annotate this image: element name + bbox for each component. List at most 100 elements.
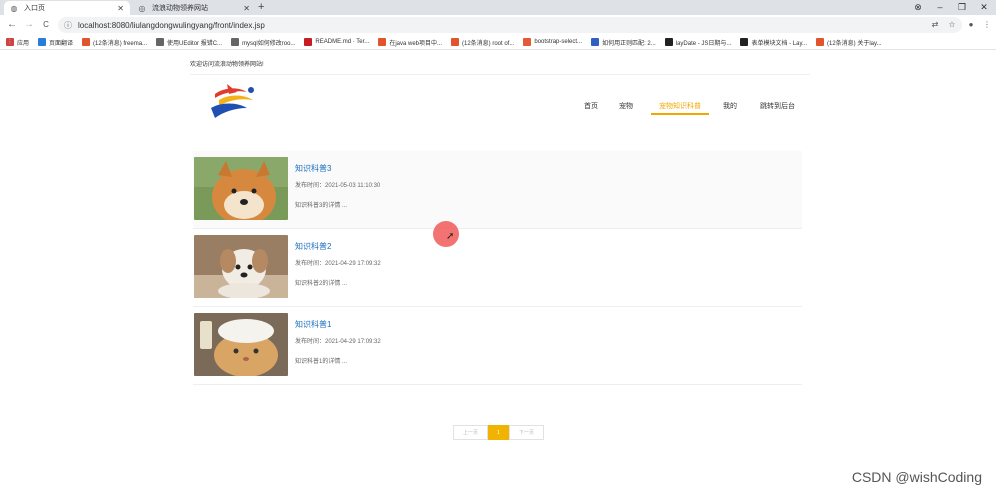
close-tab-icon[interactable]: ✕ xyxy=(117,4,124,13)
bookmark-item[interactable]: 如何用正则匹配: 2... xyxy=(591,38,656,47)
nav-home[interactable]: 首页 xyxy=(584,101,598,115)
bookmark-item[interactable]: (12条消息) freema... xyxy=(82,38,147,47)
article-list: 知识科普3 发布时间：2021-05-03 11:10:30 知识科普3的详情 … xyxy=(193,151,802,385)
restore-button[interactable]: ❐ xyxy=(952,0,972,15)
bookmark-item[interactable]: layDate - JS日期与... xyxy=(664,38,732,47)
minimize-button[interactable]: – xyxy=(930,0,950,15)
bookmarks-bar: ⋮ 应用 页面翻译 (12条消息) freema... 使用UEditor 报错C...… xyxy=(0,35,996,50)
next-page-button[interactable]: 下一页 xyxy=(509,425,544,440)
bookmark-label: 如何用正则匹配: 2... xyxy=(602,40,656,47)
bookmark-star-icon[interactable]: ☆ xyxy=(945,17,959,33)
nav-mine[interactable]: 我的 xyxy=(723,101,737,115)
address-bar[interactable]: ⓘ localhost:8080/liulangdongwulingyang/f… xyxy=(58,17,962,33)
bookmark-label: 应用 xyxy=(17,40,30,47)
nav-pets[interactable]: 宠物 xyxy=(619,101,633,115)
translate-icon[interactable]: ⇄ xyxy=(928,17,942,33)
tab-title: 入口页 xyxy=(24,5,45,12)
article-summary: 知识科普2的详情 ... xyxy=(295,281,348,287)
tab-title: 流浪动物领养网站 xyxy=(152,5,208,12)
article-title[interactable]: 知识科普2 xyxy=(295,241,331,252)
close-tab-icon[interactable]: ✕ xyxy=(243,4,250,13)
tab-adoption-site[interactable]: ◎ 流浪动物领养网站 ✕ xyxy=(132,1,256,15)
article-thumbnail[interactable] xyxy=(194,157,288,220)
globe-icon: ◎ xyxy=(138,3,146,13)
list-item[interactable]: 知识科普1 发布时间：2021-04-29 17:09:32 知识科普1的详情 … xyxy=(193,307,802,385)
list-item[interactable]: 知识科普2 发布时间：2021-04-29 17:09:32 知识科普2的详情 … xyxy=(193,229,802,307)
bookmark-label: layDate - JS日期与... xyxy=(675,40,732,47)
bookmark-item[interactable]: ⋮ 应用 xyxy=(6,38,29,47)
csdn-watermark: CSDN @wishCoding xyxy=(851,469,982,485)
bookmark-item[interactable]: 表单模块文档 - Lay... xyxy=(740,38,807,47)
csdn-icon xyxy=(451,38,459,46)
page-1-button[interactable]: 1 xyxy=(488,425,509,440)
article-thumbnail[interactable] xyxy=(194,235,288,298)
translate-icon xyxy=(38,38,47,46)
nav-label: 宠物 xyxy=(619,103,633,110)
nav-label: 首页 xyxy=(584,103,598,110)
bookmark-item[interactable]: bootstrap-select... xyxy=(523,38,582,46)
csdn-icon xyxy=(378,38,387,46)
zhidao-icon xyxy=(591,38,600,46)
new-tab-button[interactable]: + xyxy=(258,0,264,15)
nav-pet-knowledge[interactable]: 宠物知识科普 xyxy=(651,101,709,115)
article-summary: 知识科普3的详情 ... xyxy=(295,203,348,209)
orange-page-icon xyxy=(523,38,532,46)
bookmark-label: (12条消息) root of... xyxy=(462,40,515,47)
article-title[interactable]: 知识科普3 xyxy=(295,163,331,174)
article-date: 发布时间：2021-04-29 17:09:32 xyxy=(295,339,381,345)
mouse-cursor-icon: ➚ xyxy=(446,231,455,242)
bookmark-item[interactable]: README.md · Ter... xyxy=(304,38,369,46)
pagination: 上一页 1 下一页 xyxy=(453,425,544,440)
close-window-button[interactable]: ✕ xyxy=(974,0,994,15)
bookmark-label: 在java web项目中... xyxy=(389,40,442,47)
reload-button[interactable]: C xyxy=(39,18,53,32)
bookmark-label: README.md · Ter... xyxy=(315,39,370,45)
bookmark-label: (12条消息) freema... xyxy=(93,40,148,47)
bookmark-item[interactable]: (12条消息) root of... xyxy=(451,38,514,47)
welcome-text: 欢迎访问流浪动物领养网站! xyxy=(190,62,264,68)
back-button[interactable]: ← xyxy=(5,18,19,32)
csdn-icon xyxy=(816,38,824,46)
nav-label: 跳转到后台 xyxy=(760,103,795,110)
nav-label: 我的 xyxy=(723,103,737,110)
bookmark-item[interactable]: mysql如何修改roo... xyxy=(231,38,295,47)
lock-bookmark-icon xyxy=(156,38,165,46)
tab-home[interactable]: ◍ 入口页 ✕ xyxy=(4,1,130,15)
bookmark-label: bootstrap-select... xyxy=(534,39,583,45)
account-icon[interactable]: ● xyxy=(964,17,978,33)
bookmark-label: 表单模块文档 - Lay... xyxy=(751,40,807,47)
lock-bookmark-icon xyxy=(231,38,240,46)
bookmark-label: (12条消息) 关于lay... xyxy=(827,40,882,47)
menu-icon[interactable]: ⋮ xyxy=(980,17,994,33)
article-date: 发布时间：2021-05-03 11:10:30 xyxy=(295,183,381,189)
globe-icon: ◍ xyxy=(10,3,18,13)
layui-icon xyxy=(740,38,749,46)
browser-toolbar: ← → C ⓘ localhost:8080/liulangdongwuling… xyxy=(0,15,996,35)
site-logo xyxy=(211,84,254,118)
layui-icon xyxy=(664,38,673,46)
bookmark-label: 使用UEditor 报错C... xyxy=(167,40,223,47)
bookmark-item[interactable]: (12条消息) 关于lay... xyxy=(816,38,882,47)
profile-badge-icon[interactable]: ⊗ xyxy=(908,0,928,15)
article-summary: 知识科普1的详情 ... xyxy=(295,359,348,365)
bookmark-item[interactable]: 使用UEditor 报错C... xyxy=(156,38,222,47)
header-divider xyxy=(190,74,810,75)
csdn-icon xyxy=(82,38,91,46)
info-icon[interactable]: ⓘ xyxy=(64,20,72,31)
forward-button[interactable]: → xyxy=(22,18,36,32)
apps-icon: ⋮ xyxy=(6,38,14,46)
article-date: 发布时间：2021-04-29 17:09:32 xyxy=(295,261,381,267)
article-thumbnail[interactable] xyxy=(194,313,288,376)
bookmark-label: mysql如何修改roo... xyxy=(242,40,296,47)
bookmark-label: 页面翻译 xyxy=(49,40,74,47)
prev-page-button[interactable]: 上一页 xyxy=(453,425,488,440)
bookmark-item[interactable]: 在java web项目中... xyxy=(378,38,442,47)
list-item[interactable]: 知识科普3 发布时间：2021-05-03 11:10:30 知识科普3的详情 … xyxy=(193,151,802,229)
nav-admin[interactable]: 跳转到后台 xyxy=(760,101,795,115)
url-text: localhost:8080/liulangdongwulingyang/fro… xyxy=(78,20,265,30)
nav-label: 宠物知识科普 xyxy=(659,103,701,110)
bookmark-item[interactable]: 页面翻译 xyxy=(38,38,73,47)
browser-tab-bar: ◍ 入口页 ✕ ◎ 流浪动物领养网站 ✕ + ⊗ – ❐ ✕ xyxy=(0,0,996,15)
article-title[interactable]: 知识科普1 xyxy=(295,319,331,330)
gitee-icon xyxy=(304,38,313,46)
